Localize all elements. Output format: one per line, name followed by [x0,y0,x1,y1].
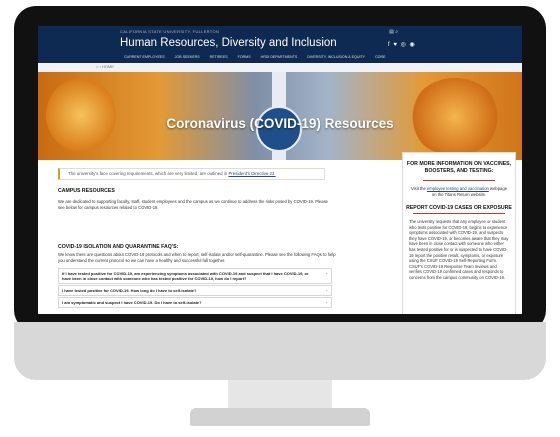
sidebar-panel: FOR MORE INFORMATION ON VACCINES, BOOSTE… [402,152,516,314]
faq-intro: We know there are questions about COVID-… [58,252,336,263]
nav-item-retirees[interactable]: RETIREES [210,55,228,59]
campus-resources-text: We are dedicated to supporting faculty, … [58,199,329,210]
heading-divider [423,180,495,181]
main-nav: CURRENT EMPLOYEES JOB SEEKERS RETIREES F… [124,55,385,59]
monitor-screen: CALIFORNIA STATE UNIVERSITY, FULLERTON ▤… [38,26,522,314]
monitor-stand-base [190,408,370,426]
faq-question: I am symptomatic and suspect I have COVI… [62,300,202,305]
hero-banner: Coronavirus (COVID-19) Resources [38,72,522,160]
nav-item-core[interactable]: CORE [375,55,385,59]
monitor-chin [14,322,546,380]
social-icons[interactable]: f ♥ ◎ ◉ [388,41,416,48]
expand-icon[interactable]: + [326,271,328,276]
directive-link[interactable]: President's Directive 22. [228,171,275,176]
expand-icon[interactable]: + [326,300,328,305]
faq-item[interactable]: If I have tested positive for COVID-19, … [58,268,332,284]
vaccine-info-heading: FOR MORE INFORMATION ON VACCINES, BOOSTE… [406,161,512,174]
breadcrumb[interactable]: ⌂ › HOME [96,64,114,69]
faq-heading: COVID-19 ISOLATION AND QUARANTINE FAQ'S: [58,244,179,250]
faq-item[interactable]: I have tested positive for COVID-19. How… [58,285,332,296]
utility-icons[interactable]: ▤ ⌕ [389,29,398,35]
university-name[interactable]: CALIFORNIA STATE UNIVERSITY, FULLERTON [120,29,219,34]
report-cases-text: The university requests that any employe… [409,219,509,280]
flower-image-left [46,78,116,152]
faq-question: If I have tested positive for COVID-19, … [62,271,309,281]
monitor-stand-neck [228,380,332,410]
breadcrumb-bar: ⌂ › HOME [38,63,522,72]
notice-text: The university's face covering requireme… [68,171,276,176]
nav-item-job-seekers[interactable]: JOB SEEKERS [175,55,200,59]
expand-icon[interactable]: + [326,288,328,293]
nav-item-diversity[interactable]: DIVERSITY, INCLUSION & EQUITY [307,55,365,59]
heading-divider [413,213,505,214]
report-cases-heading: REPORT COVID-19 CASES OR EXPOSURE [406,205,512,211]
faq-question: I have tested positive for COVID-19. How… [62,288,197,293]
nav-item-hrdi-departments[interactable]: HRDI DEPARTMENTS [261,55,298,59]
testing-vaccination-link[interactable]: employee testing and vaccination [427,186,489,191]
campus-resources-heading: CAMPUS RESOURCES [58,188,115,194]
site-header: CALIFORNIA STATE UNIVERSITY, FULLERTON ▤… [38,26,522,76]
vaccine-info-text: Visit the employee testing and vaccinati… [410,186,508,197]
notice-box: The university's face covering requireme… [58,168,325,180]
site-title[interactable]: Human Resources, Diversity and Inclusion [120,37,337,49]
nav-item-current-employees[interactable]: CURRENT EMPLOYEES [124,55,165,59]
hero-title: Coronavirus (COVID-19) Resources [166,116,394,131]
nav-item-forms[interactable]: FORMS [238,55,251,59]
faq-item[interactable]: I am symptomatic and suspect I have COVI… [58,297,332,308]
